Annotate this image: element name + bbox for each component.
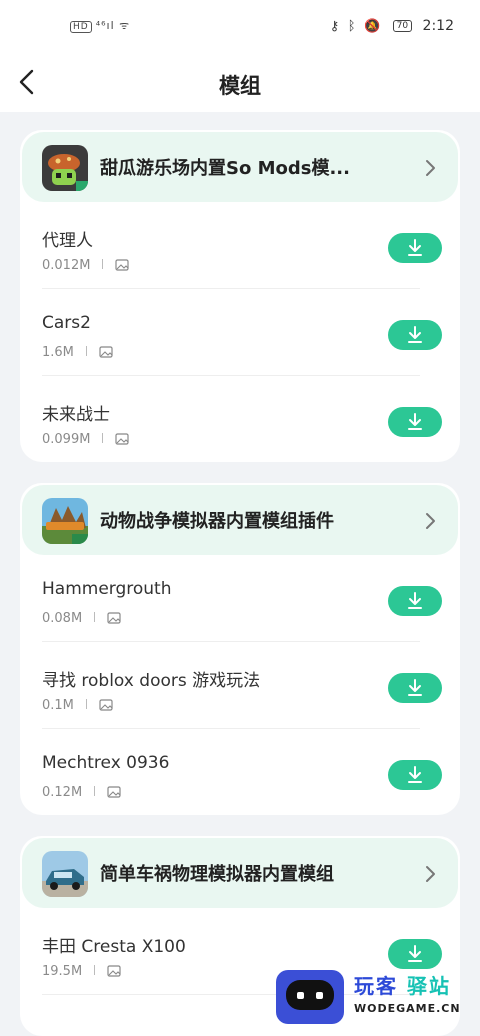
item-meta: 0.1M: [42, 698, 113, 713]
app-header: 模组: [0, 56, 480, 112]
chevron-right-icon: [426, 513, 435, 529]
download-icon: [408, 679, 422, 696]
item-size: 0.012M: [42, 258, 91, 273]
item-name: 丰田 Cresta X100: [42, 937, 186, 957]
bluetooth-icon: ᛒ: [347, 19, 356, 34]
divider: [85, 346, 87, 356]
item-meta: 1.6M: [42, 345, 113, 360]
image-icon: [99, 346, 113, 358]
status-left: HD ⁴⁶ıl ᯤ: [70, 18, 130, 33]
item-meta: 0.08M: [42, 611, 121, 626]
clock: 2:12: [422, 18, 454, 34]
download-button[interactable]: [388, 586, 442, 616]
image-icon: [115, 433, 130, 445]
signal-indicators: ⁴⁶ıl ᯤ: [95, 19, 131, 32]
list-item[interactable]: 代理人 0.012M: [42, 202, 442, 289]
mod-section-card: 动物战争模拟器内置模组插件 Hammergrouth 0.08M 寻找 robl…: [20, 483, 460, 815]
item-name: 寻找 roblox doors 游戏玩法: [42, 671, 261, 691]
status-bar: HD ⁴⁶ıl ᯤ ⚷ ᛒ 🔕 70 2:12: [0, 0, 480, 56]
download-button[interactable]: [388, 407, 442, 437]
download-button[interactable]: [388, 760, 442, 790]
download-icon: [408, 413, 422, 430]
divider: [94, 612, 96, 622]
item-meta: 0.099M: [42, 432, 130, 447]
item-size: 0.1M: [42, 698, 74, 713]
hd-badge: HD: [70, 21, 92, 33]
mod-section-card: 甜瓜游乐场内置So Mods模... 代理人 0.012M Cars2 1.6M…: [20, 130, 460, 462]
divider: [94, 965, 96, 975]
game-icon: [42, 851, 88, 897]
download-icon: [408, 239, 422, 256]
item-meta: 19.5M: [42, 964, 121, 979]
section-header[interactable]: 简单车祸物理模拟器内置模组: [22, 838, 458, 908]
page-title: 模组: [219, 74, 261, 98]
section-title: 简单车祸物理模拟器内置模组: [100, 864, 334, 885]
section-title: 甜瓜游乐场内置So Mods模...: [100, 158, 350, 179]
game-icon: [42, 145, 88, 191]
watermark-url: WODEGAME.CN: [354, 1002, 461, 1015]
list-item[interactable]: Mechtrex 0936 0.12M: [42, 729, 442, 815]
divider: [102, 259, 104, 269]
item-size: 0.08M: [42, 611, 83, 626]
item-name: Cars2: [42, 313, 91, 333]
item-size: 0.12M: [42, 785, 83, 800]
download-icon: [408, 766, 422, 783]
list-item[interactable]: 未来战士 0.099M: [42, 376, 442, 462]
section-header[interactable]: 动物战争模拟器内置模组插件: [22, 485, 458, 555]
item-size: 19.5M: [42, 964, 83, 979]
divider: [94, 786, 96, 796]
item-meta: 0.012M: [42, 258, 130, 273]
game-icon: [42, 498, 88, 544]
image-icon: [107, 612, 121, 624]
image-icon: [107, 786, 121, 798]
item-size: 0.099M: [42, 432, 91, 447]
download-icon: [408, 945, 422, 962]
watermark-logo: 玩客 驿站 WODEGAME.CN: [276, 968, 480, 1025]
image-icon: [107, 965, 121, 977]
key-icon: ⚷: [329, 19, 340, 34]
list-item[interactable]: Hammergrouth 0.08M: [42, 555, 442, 642]
download-button[interactable]: [388, 320, 442, 350]
image-icon: [99, 699, 113, 711]
download-button[interactable]: [388, 939, 442, 969]
chevron-right-icon: [426, 866, 435, 882]
download-icon: [408, 592, 422, 609]
battery-indicator: 70: [392, 20, 413, 32]
item-name: Hammergrouth: [42, 579, 172, 599]
list-item[interactable]: 寻找 roblox doors 游戏玩法 0.1M: [42, 642, 442, 729]
item-name: 未来战士: [42, 405, 110, 425]
list-item[interactable]: Cars2 1.6M: [42, 289, 442, 376]
download-button[interactable]: [388, 233, 442, 263]
watermark-name: 玩客 驿站: [354, 974, 451, 998]
mute-icon: 🔕: [364, 19, 381, 34]
item-meta: 0.12M: [42, 785, 121, 800]
chevron-right-icon: [426, 160, 435, 176]
download-button[interactable]: [388, 673, 442, 703]
image-icon: [115, 259, 130, 271]
item-name: Mechtrex 0936: [42, 753, 170, 773]
status-right: ⚷ ᛒ 🔕 70 2:12: [328, 18, 454, 34]
divider: [85, 699, 87, 709]
divider: [102, 433, 104, 443]
robot-logo-icon: [276, 970, 344, 1024]
item-size: 1.6M: [42, 345, 74, 360]
download-icon: [408, 326, 422, 343]
item-name: 代理人: [42, 231, 93, 251]
section-title: 动物战争模拟器内置模组插件: [100, 511, 334, 532]
section-header[interactable]: 甜瓜游乐场内置So Mods模...: [22, 132, 458, 202]
